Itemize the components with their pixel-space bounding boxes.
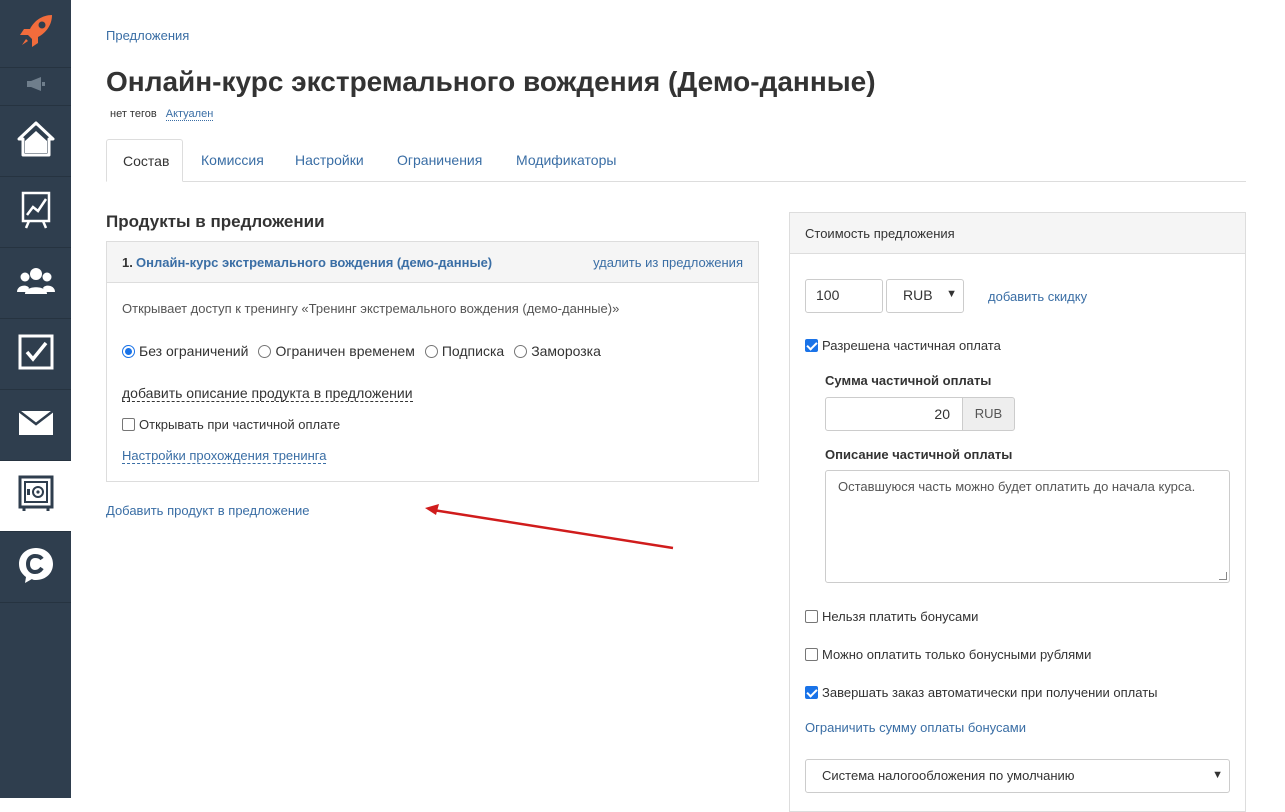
sidebar	[0, 0, 71, 798]
products-section-title: Продукты в предложении	[106, 212, 325, 231]
checkbox-icon	[18, 334, 54, 375]
tags-label: нет тегов	[110, 108, 157, 120]
sidebar-item-reports[interactable]	[0, 177, 71, 248]
price-input[interactable]: 100	[805, 279, 883, 313]
chevron-down-icon: ▼	[1212, 769, 1223, 781]
partial-payment-checkbox-row[interactable]: Разрешена частичная оплата	[805, 338, 1001, 353]
tab-commission[interactable]: Комиссия	[185, 139, 280, 182]
add-product-link[interactable]: Добавить продукт в предложение	[106, 503, 310, 518]
radio-button[interactable]	[424, 344, 438, 358]
add-discount-link[interactable]: добавить скидку	[988, 289, 1087, 304]
auto-complete-checkbox-row[interactable]: Завершать заказ автоматически при получе…	[805, 685, 1158, 700]
access-option-subscription[interactable]: Подписка	[424, 343, 505, 359]
product-card-header: 1. Онлайн-курс экстремального вождения (…	[107, 242, 758, 283]
home-icon	[17, 121, 55, 162]
price-panel-header: Стоимость предложения	[790, 213, 1245, 254]
sidebar-item-users[interactable]	[0, 248, 71, 319]
open-on-partial-checkbox-row[interactable]: Открывать при частичной оплате	[122, 417, 340, 432]
breadcrumb-link[interactable]: Предложения	[106, 28, 189, 43]
radio-label: Заморозка	[531, 343, 601, 359]
product-name-link[interactable]: Онлайн-курс экстремального вождения (дем…	[136, 255, 492, 270]
mail-icon	[17, 409, 54, 441]
currency-value: RUB	[903, 287, 933, 303]
no-bonus-checkbox-row[interactable]: Нельзя платить бонусами	[805, 609, 978, 624]
tab-restrictions[interactable]: Ограничения	[381, 139, 498, 182]
status-link[interactable]: Актуален	[165, 108, 214, 121]
sidebar-item-announcements[interactable]	[0, 68, 71, 106]
page-title: Онлайн-курс экстремального вождения (Дем…	[106, 66, 876, 97]
sidebar-item-chat[interactable]	[0, 532, 71, 603]
radio-label: Подписка	[441, 343, 505, 359]
megaphone-icon	[25, 76, 47, 97]
radio-label: Ограничен временем	[275, 343, 415, 359]
sidebar-item-dashboard[interactable]	[0, 106, 71, 177]
partial-sum-currency: RUB	[962, 397, 1015, 431]
safe-icon	[18, 475, 54, 518]
tab-settings[interactable]: Настройки	[279, 139, 380, 182]
only-bonus-checkbox-row[interactable]: Можно оплатить только бонусными рублями	[805, 647, 1091, 662]
offer-meta: нет тегов Актуален	[110, 108, 214, 121]
annotation-arrow	[425, 504, 674, 550]
radio-button[interactable]	[122, 344, 135, 358]
sidebar-item-tasks[interactable]	[0, 319, 71, 390]
partial-payment-checkbox[interactable]	[805, 339, 818, 352]
product-number: 1.	[122, 255, 133, 270]
currency-select[interactable]: RUB ▼	[886, 279, 964, 313]
tax-system-value: Система налогообложения по умолчанию	[822, 768, 1075, 783]
product-card: 1. Онлайн-курс экстремального вождения (…	[106, 241, 759, 482]
users-icon	[16, 266, 55, 301]
partial-desc-textarea[interactable]: Оставшуюся часть можно будет оплатить до…	[825, 470, 1230, 583]
partial-sum-label: Сумма частичной оплаты	[825, 373, 992, 388]
access-option-unlimited[interactable]: Без ограничений	[122, 343, 248, 359]
access-option-freeze[interactable]: Заморозка	[514, 343, 601, 359]
chevron-down-icon: ▼	[946, 288, 957, 300]
access-type-radio-group: Без ограничений Ограничен временем Подпи…	[122, 343, 611, 359]
product-description: Открывает доступ к тренингу «Тренинг экс…	[122, 301, 620, 316]
open-on-partial-checkbox[interactable]	[122, 418, 135, 431]
tab-composition[interactable]: Состав	[106, 139, 183, 182]
no-bonus-checkbox[interactable]	[805, 610, 818, 623]
checkbox-label: Разрешена частичная оплата	[822, 338, 1001, 353]
sidebar-item-sales[interactable]	[0, 461, 71, 532]
checkbox-label: Открывать при частичной оплате	[139, 417, 341, 432]
training-settings-link[interactable]: Настройки прохождения тренинга	[122, 448, 327, 464]
limit-bonus-link[interactable]: Ограничить сумму оплаты бонусами	[805, 720, 1026, 735]
rocket-icon	[16, 11, 56, 56]
chat-icon	[17, 546, 55, 589]
auto-complete-checkbox[interactable]	[805, 686, 818, 699]
tax-system-select[interactable]: Система налогообложения по умолчанию ▼	[805, 759, 1230, 793]
sidebar-item-messages[interactable]	[0, 390, 71, 461]
add-product-description-link[interactable]: добавить описание продукта в предложении	[122, 385, 413, 402]
remove-product-link[interactable]: удалить из предложения	[593, 255, 743, 270]
resize-handle-icon[interactable]	[1219, 572, 1227, 580]
checkbox-label: Нельзя платить бонусами	[822, 609, 979, 624]
checkbox-label: Завершать заказ автоматически при получе…	[822, 685, 1158, 700]
chart-board-icon	[19, 191, 53, 234]
tabs-bar: Состав Комиссия Настройки Ограничения Мо…	[106, 139, 1246, 182]
radio-button[interactable]	[258, 344, 272, 358]
radio-button[interactable]	[514, 344, 528, 358]
only-bonus-checkbox[interactable]	[805, 648, 818, 661]
sidebar-item-home-logo[interactable]	[0, 0, 71, 68]
partial-desc-label: Описание частичной оплаты	[825, 447, 1013, 462]
access-option-time-limited[interactable]: Ограничен временем	[258, 343, 415, 359]
tab-modifiers[interactable]: Модификаторы	[500, 139, 632, 182]
radio-label: Без ограничений	[139, 343, 249, 359]
textarea-value: Оставшуюся часть можно будет оплатить до…	[838, 479, 1196, 494]
checkbox-label: Можно оплатить только бонусными рублями	[822, 647, 1092, 662]
offer-price-panel: Стоимость предложения 100 RUB ▼ добавить…	[789, 212, 1246, 812]
partial-sum-input[interactable]: 20	[825, 397, 963, 431]
